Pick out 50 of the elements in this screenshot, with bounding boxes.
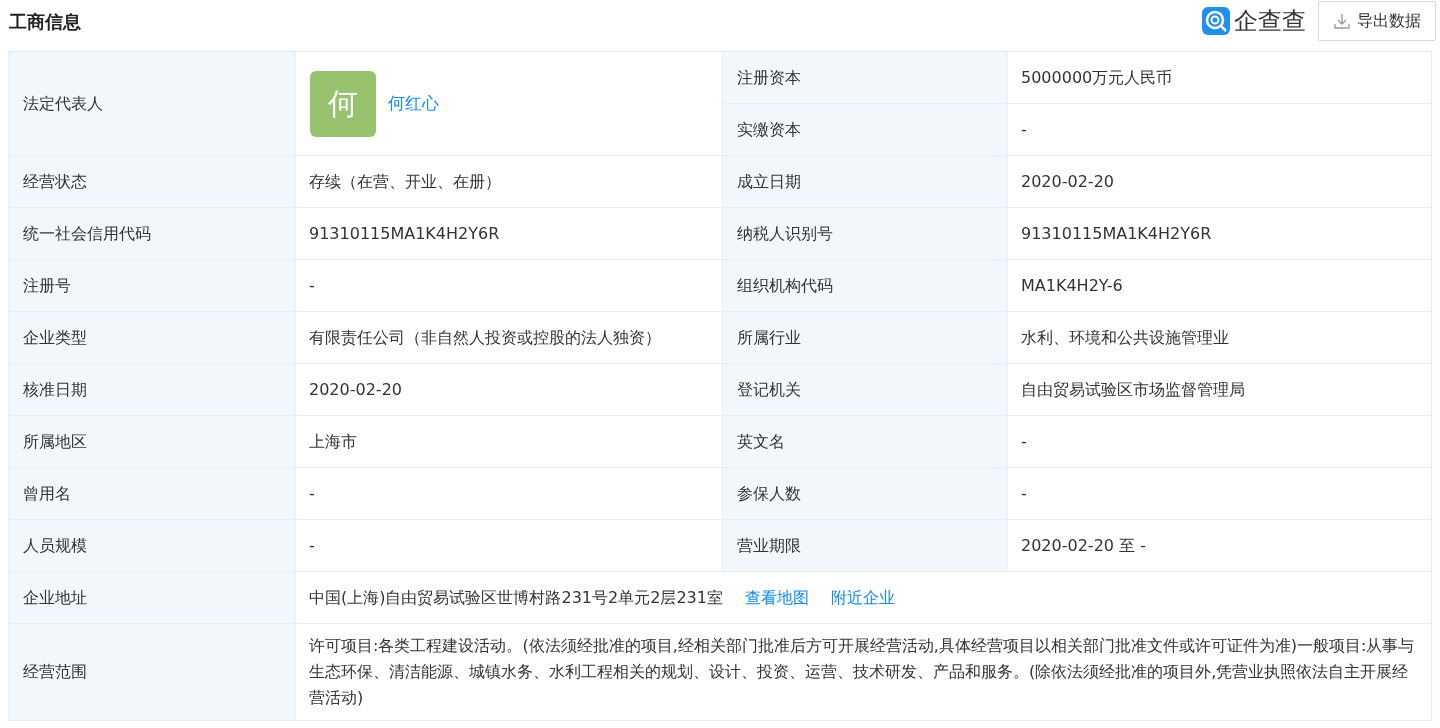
field-label: 实缴资本 [723, 104, 1007, 155]
section-title: 工商信息 [9, 9, 81, 34]
field-label: 纳税人识别号 [723, 208, 1007, 259]
field-value: - [1008, 416, 1431, 467]
field-label: 曾用名 [9, 468, 295, 519]
field-label: 经营状态 [9, 156, 295, 207]
field-value: - [296, 468, 722, 519]
field-value: - [1008, 468, 1431, 519]
magnifier-logo-icon [1202, 7, 1230, 35]
field-label: 企业地址 [9, 572, 295, 623]
field-label: 核准日期 [9, 364, 295, 415]
field-label: 组织机构代码 [723, 260, 1007, 311]
field-value: 2020-02-20 至 - [1008, 520, 1431, 571]
address-link[interactable]: 附近企业 [830, 585, 895, 610]
field-value: - [1008, 104, 1431, 155]
field-label: 营业期限 [723, 520, 1007, 571]
field-value: 有限责任公司（非自然人投资或控股的法人独资） [296, 312, 722, 363]
field-label: 人员规模 [9, 520, 295, 571]
field-label: 企业类型 [9, 312, 295, 363]
business-scope-text: 许可项目:各类工程建设活动。(依法须经批准的项目,经相关部门批准后方可开展经营活动,具体经营项目以相关部门批准文件或许可证件为准)一般项目:从事与生态环保、清洁能源、城镇水务、水利工程相关的规划、设计、投资、运营、技术研发、产品和服务。(除依法须经批准的项目外,凭营业执照依法自主开展经营活动) [309, 635, 1416, 709]
field-label: 参保人数 [723, 468, 1007, 519]
download-icon [1333, 12, 1351, 30]
field-value: 5000000万元人民币 [1008, 52, 1431, 103]
field-value: 91310115MA1K4H2Y6R [1008, 208, 1431, 259]
field-value: - [296, 260, 722, 311]
person-link[interactable]: 何红心 [388, 90, 439, 117]
field-label: 所属地区 [9, 416, 295, 467]
address-link[interactable]: 查看地图 [744, 585, 809, 610]
field-value: 2020-02-20 [1008, 156, 1431, 207]
field-value: 自由贸易试验区市场监督管理局 [1008, 364, 1431, 415]
field-label: 注册号 [9, 260, 295, 311]
field-value: 水利、环境和公共设施管理业 [1008, 312, 1431, 363]
brand-name: 企查查 [1234, 6, 1306, 37]
field-value: MA1K4H2Y-6 [1008, 260, 1431, 311]
address-text: 中国(上海)自由贸易试验区世博村路231号2单元2层231室 [309, 586, 723, 609]
field-label: 经营范围 [9, 624, 295, 720]
field-label: 所属行业 [723, 312, 1007, 363]
export-button[interactable]: 导出数据 [1318, 1, 1436, 41]
field-value: 上海市 [296, 416, 722, 467]
field-value: 91310115MA1K4H2Y6R [296, 208, 722, 259]
field-value: 存续（在营、开业、在册） [296, 156, 722, 207]
field-value: 2020-02-20 [296, 364, 722, 415]
field-label: 统一社会信用代码 [9, 208, 295, 259]
field-label: 注册资本 [723, 52, 1007, 103]
field-label: 成立日期 [723, 156, 1007, 207]
field-label: 登记机关 [723, 364, 1007, 415]
field-label: 法定代表人 [9, 52, 295, 155]
avatar: 何 [310, 70, 376, 137]
field-value: - [296, 520, 722, 571]
field-label: 英文名 [723, 416, 1007, 467]
